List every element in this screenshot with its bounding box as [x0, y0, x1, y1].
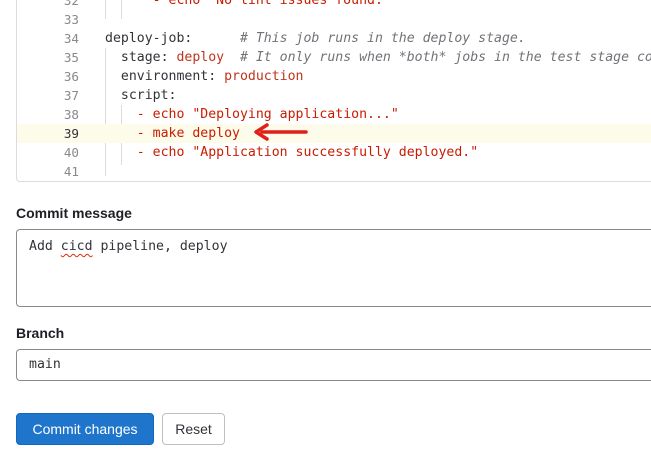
code-token: # It only runs when *both* jobs in the t… — [239, 50, 651, 65]
line-number: 39 — [63, 126, 79, 141]
commit-message-text-end: pipeline, deploy — [92, 239, 228, 254]
code-token: - echo "No lint issues found." — [105, 0, 391, 8]
misspelled-word: cicd — [60, 239, 93, 254]
code-token: echo "Deploying application..." — [152, 107, 399, 122]
code-token: script: — [105, 88, 177, 103]
line-number: 37 — [63, 88, 79, 103]
code-line[interactable]: 38 - echo "Deploying application..." — [17, 105, 651, 124]
commit-message-input[interactable]: Add cicd pipeline, deploy — [16, 229, 651, 307]
code-token: echo "Application successfully deployed.… — [152, 145, 479, 160]
line-number: 35 — [63, 50, 79, 65]
code-token: deploy-job: — [105, 31, 193, 46]
code-token: - — [105, 126, 153, 141]
code-token: stage: — [105, 50, 177, 65]
code-text: - echo "No lint issues found." — [105, 0, 391, 10]
code-line[interactable]: 40 - echo "Application successfully depl… — [17, 143, 651, 162]
code-editor[interactable]: 32 - echo "No lint issues found." 33 34 dep… — [16, 0, 651, 182]
code-token: environment: — [105, 69, 225, 84]
code-token: # This job runs in the deploy stage. — [192, 31, 526, 46]
code-line[interactable]: 34 deploy-job: # This job runs in the dep… — [17, 29, 651, 48]
line-number: 33 — [63, 12, 79, 27]
code-text: stage: deploy # It only runs when *both*… — [105, 48, 651, 67]
line-number: 32 — [63, 0, 79, 8]
code-line[interactable]: 37 script: — [17, 86, 651, 105]
code-line[interactable]: 32 - echo "No lint issues found." — [17, 0, 651, 10]
code-text: script: — [105, 86, 177, 105]
code-line[interactable]: 35 stage: deploy # It only runs when *bo… — [17, 48, 651, 67]
web-ide-commit-page: 32 - echo "No lint issues found." 33 34 dep… — [0, 0, 651, 475]
code-line[interactable]: 36 environment: production — [17, 67, 651, 86]
reset-button[interactable]: Reset — [162, 413, 225, 445]
line-number: 38 — [63, 107, 79, 122]
code-text: - echo "Application successfully deploye… — [105, 143, 478, 162]
line-number: 36 — [63, 69, 79, 84]
code-line[interactable]: 41 — [17, 162, 651, 181]
code-text: deploy-job: # This job runs in the deplo… — [105, 29, 526, 48]
code-token: make deploy — [152, 126, 240, 141]
code-token: deploy — [176, 50, 225, 65]
annotation-arrow-icon — [254, 123, 308, 141]
commit-message-text-start: Add — [29, 239, 61, 254]
line-number: 41 — [63, 164, 79, 179]
code-token: - — [105, 145, 153, 160]
code-text: environment: production — [105, 67, 304, 86]
commit-changes-button[interactable]: Commit changes — [16, 413, 154, 445]
code-token: - — [105, 107, 153, 122]
code-text: - echo "Deploying application..." — [105, 105, 399, 124]
code-text: - make deploy — [105, 124, 240, 143]
commit-message-label: Commit message — [16, 205, 132, 221]
branch-label: Branch — [16, 325, 65, 341]
branch-input[interactable]: main — [16, 349, 651, 381]
line-number: 40 — [63, 145, 79, 160]
code-line[interactable]: 39 - make deploy — [17, 124, 651, 143]
code-line[interactable]: 33 — [17, 10, 651, 29]
line-number: 34 — [63, 31, 79, 46]
code-token: production — [224, 69, 304, 84]
